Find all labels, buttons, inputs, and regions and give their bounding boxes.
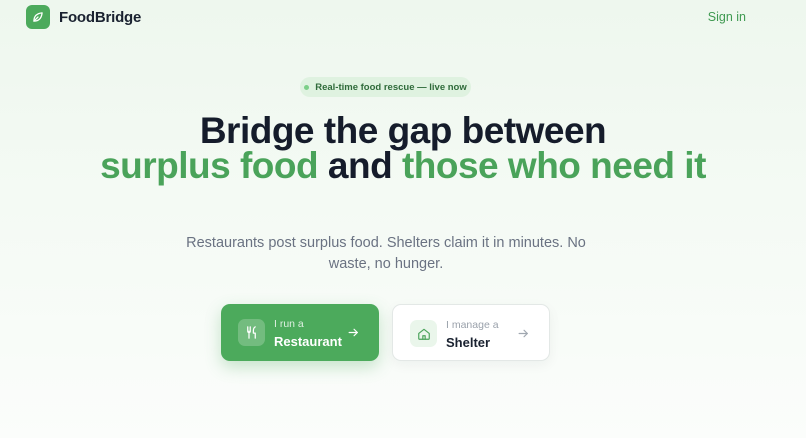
shelter-cta-button[interactable]: I manage a Shelter [392,304,550,361]
headline-green-2: those who need it [401,145,706,186]
utensils-icon [238,319,265,346]
brand-name: FoodBridge [59,8,142,26]
shelter-cta-text: I manage a Shelter [446,318,499,352]
hero-headline: Bridge the gap between surplus food and … [0,112,806,186]
live-status-badge: Real-time food rescue — live now [300,77,471,97]
hero-subtitle: Restaurants post surplus food. Shelters … [186,235,586,272]
shelter-cta-label: Shelter [446,335,491,350]
home-icon [410,320,437,347]
arrow-right-icon [518,329,528,338]
sign-in-link[interactable]: Sign in [708,10,746,24]
leaf-icon [26,5,50,29]
restaurant-cta-text: I run a Restaurant [274,317,342,351]
top-bar: FoodBridge Sign in [0,0,806,36]
arrow-right-icon [348,328,358,337]
brand-logo[interactable]: FoodBridge [26,5,141,29]
headline-and: and [327,145,393,186]
restaurant-cta-caption: I run a [274,318,304,330]
shelter-cta-caption: I manage a [446,319,499,331]
live-status-text: Real-time food rescue — live now [315,81,467,93]
live-dot-icon [304,84,310,90]
headline-green-1: surplus food [100,145,319,186]
restaurant-cta-label: Restaurant [274,334,342,349]
restaurant-cta-button[interactable]: I run a Restaurant [221,304,379,361]
